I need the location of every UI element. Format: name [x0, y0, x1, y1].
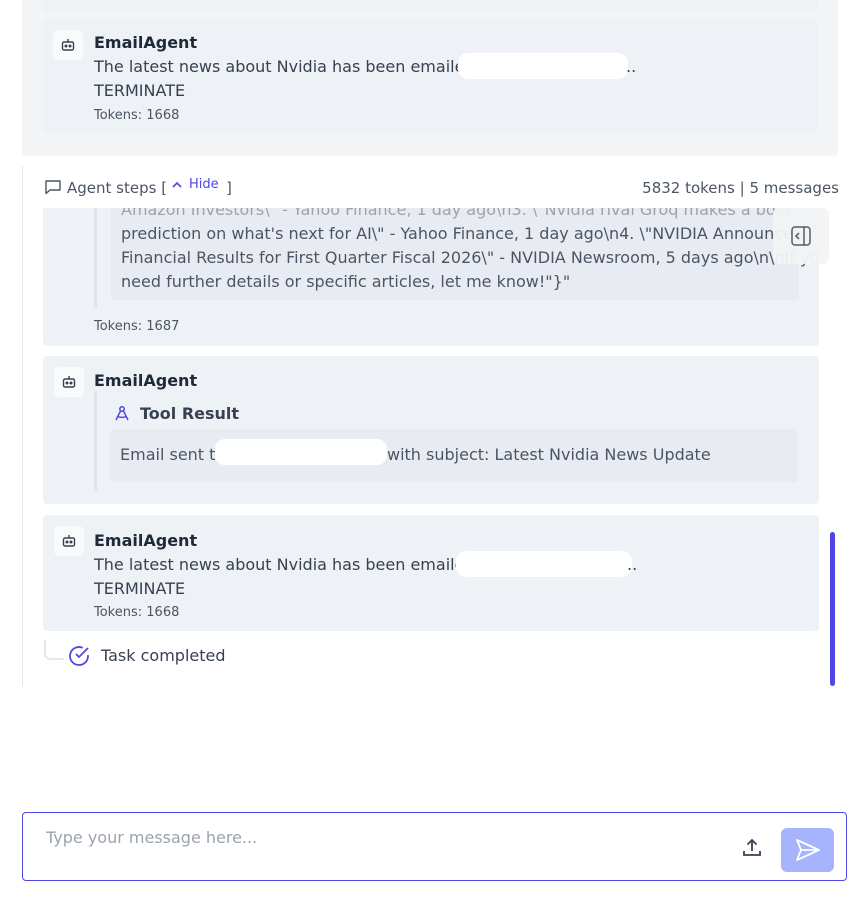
agent-name: EmailAgent	[94, 371, 198, 390]
tool-output-line: need further details or specific article…	[121, 272, 571, 291]
agent-steps-header: Agent steps [ Hide ] 5832 tokens | 5 mes…	[44, 176, 839, 200]
agent-steps-scroll-area[interactable]: Amazon Investors\" - Yahoo Finance, 1 da…	[43, 208, 819, 632]
terminate-text: TERMINATE	[94, 81, 186, 100]
upload-button[interactable]	[739, 835, 765, 861]
task-status-row: Task completed	[44, 640, 344, 670]
message-card: Amazon Investors\" - Yahoo Finance, 1 da…	[43, 208, 819, 346]
tool-output-line: Financial Results for First Quarter Fisc…	[121, 248, 819, 267]
message-card: EmailAgent The latest news about Nvidia …	[43, 18, 818, 133]
tool-output-line: prediction on what's next for AI\" - Yah…	[121, 224, 802, 243]
check-circle-icon	[69, 646, 89, 666]
steps-rail	[22, 166, 23, 686]
task-status-text: Task completed	[101, 646, 226, 665]
message-square-icon	[45, 180, 61, 195]
send-icon	[795, 839, 820, 861]
agent-name: EmailAgent	[94, 33, 198, 52]
wrench-icon	[115, 406, 129, 421]
bracket-close: ]	[226, 179, 232, 197]
token-count: Tokens: 1687	[94, 319, 180, 334]
message-text-tail: ..	[627, 555, 638, 574]
redacted-email	[458, 53, 628, 79]
message-card: EmailAgent Tool Result Email sent to wit…	[43, 356, 819, 504]
tool-output-line: Amazon Investors\" - Yahoo Finance, 1 da…	[121, 208, 791, 219]
message-text: The latest news about Nvidia has been em…	[94, 555, 495, 574]
tool-output-quote: Amazon Investors\" - Yahoo Finance, 1 da…	[94, 208, 819, 308]
panel-collapse-icon	[791, 226, 811, 246]
upload-icon	[743, 838, 761, 856]
token-count: Tokens: 1668	[94, 605, 180, 620]
steps-summary: 5832 tokens | 5 messages	[642, 179, 839, 197]
chevron-up-icon	[172, 181, 182, 188]
tool-result-box: Email sent to with subject: Latest Nvidi…	[110, 429, 798, 482]
hide-steps-button[interactable]: Hide	[171, 177, 219, 192]
bot-icon	[53, 30, 83, 60]
tool-result-quote: Tool Result Email sent to with subject: …	[94, 391, 810, 491]
redacted-email	[215, 439, 387, 465]
tool-result-title: Tool Result	[140, 404, 240, 423]
terminate-text: TERMINATE	[94, 579, 186, 598]
agent-steps-title: Agent steps [	[67, 179, 168, 197]
scrollbar-thumb[interactable]	[830, 532, 835, 686]
send-button[interactable]	[781, 828, 834, 872]
agent-name: EmailAgent	[94, 531, 198, 550]
previous-card-stub	[43, 0, 818, 12]
tool-result-prefix: Email sent to	[120, 445, 226, 464]
redacted-email	[456, 551, 632, 577]
bot-icon	[54, 367, 84, 397]
toggle-side-panel-button[interactable]	[773, 208, 829, 264]
message-text: The latest news about Nvidia has been em…	[94, 57, 495, 76]
tool-result-suffix: with subject: Latest Nvidia News Update	[387, 445, 711, 464]
token-count: Tokens: 1668	[94, 108, 180, 123]
bot-icon	[54, 526, 84, 556]
message-text-tail: ..	[626, 57, 637, 76]
conversation-message-group: EmailAgent The latest news about Nvidia …	[22, 0, 838, 156]
message-card: EmailAgent The latest news about Nvidia …	[43, 515, 819, 631]
message-input[interactable]	[46, 825, 726, 849]
tool-output-box: Amazon Investors\" - Yahoo Finance, 1 da…	[111, 208, 819, 300]
step-connector	[44, 640, 64, 660]
message-composer	[22, 812, 847, 881]
hide-label: Hide	[189, 177, 219, 192]
